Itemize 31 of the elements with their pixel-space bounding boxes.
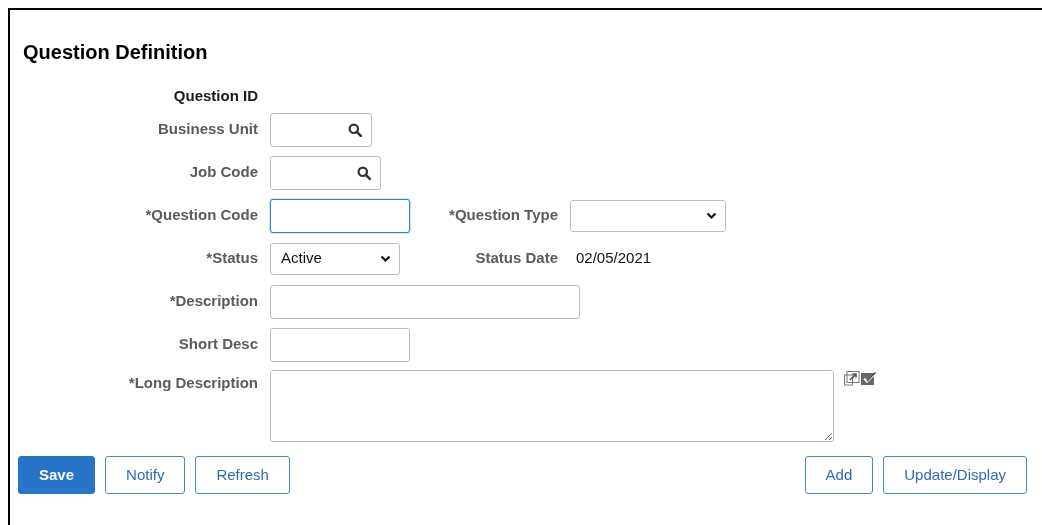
- caret-icon: [706, 211, 717, 220]
- popout-icon[interactable]: [844, 371, 860, 386]
- text-area[interactable]: [270, 370, 834, 442]
- field-label: Status Date: [474, 248, 558, 269]
- field-label: Question ID: [172, 85, 258, 106]
- action-button[interactable]: Refresh: [195, 456, 290, 494]
- action-button[interactable]: Notify: [105, 456, 186, 494]
- search-icon[interactable]: [348, 122, 362, 137]
- caret-icon: [380, 254, 391, 263]
- page-title: Question Definition: [23, 40, 209, 65]
- action-button[interactable]: Add: [804, 456, 874, 494]
- field-label: *Question Code: [144, 205, 258, 226]
- input-field[interactable]: [270, 327, 410, 362]
- field-label: *Status: [205, 248, 258, 269]
- field-label: *Description: [168, 291, 258, 312]
- dropdown-field[interactable]: [570, 199, 726, 232]
- input-field[interactable]: [270, 284, 580, 319]
- field-label: Short Desc: [177, 334, 258, 355]
- check-box-icon[interactable]: [860, 371, 877, 386]
- save-button[interactable]: Save: [18, 456, 96, 494]
- field-label: Business Unit: [156, 119, 258, 140]
- lookup-field[interactable]: [270, 155, 381, 190]
- field-value: 02/05/2021: [576, 248, 652, 269]
- action-button[interactable]: Update/Display: [883, 456, 1027, 494]
- search-icon[interactable]: [357, 165, 371, 180]
- dropdown-field[interactable]: Active: [270, 242, 400, 275]
- lookup-field[interactable]: [270, 112, 372, 147]
- input-field[interactable]: [270, 198, 410, 233]
- field-label: *Long Description: [127, 373, 258, 393]
- field-label: *Question Type: [448, 205, 558, 226]
- field-label: Job Code: [188, 162, 258, 183]
